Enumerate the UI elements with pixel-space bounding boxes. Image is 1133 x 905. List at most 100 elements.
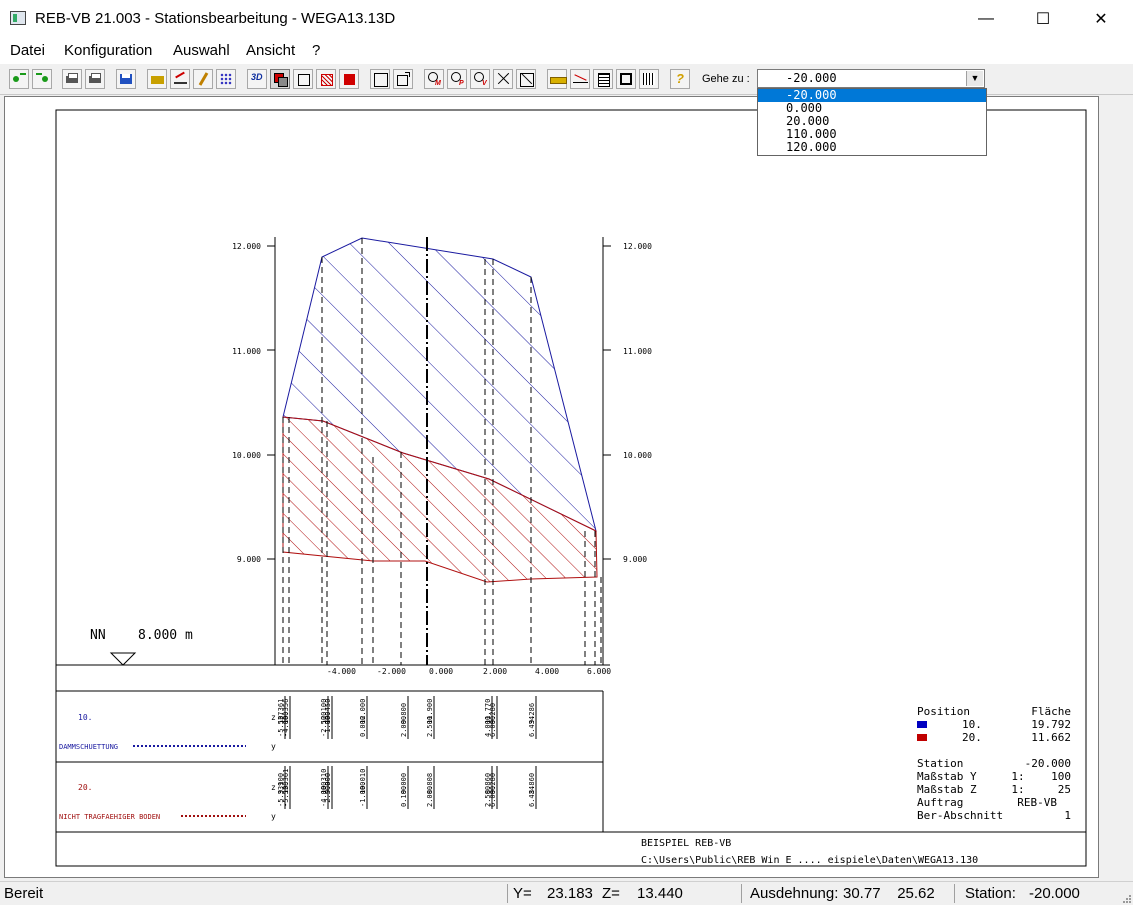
app-icon[interactable] [10, 11, 26, 25]
line-angle-icon[interactable] [570, 69, 590, 89]
layer-y-value: -2.500 [324, 782, 332, 807]
y-tick-right-9: 9.000 [623, 555, 647, 564]
zoom-v-icon[interactable]: V [470, 69, 490, 89]
menu-konfiguration[interactable]: Konfiguration [64, 42, 152, 59]
layer-y-value: 6.000 [489, 786, 497, 807]
minimize-button[interactable]: — [963, 0, 1009, 38]
layer-y-value: -4.000 [282, 712, 290, 737]
layer-y-value: -1.000 [324, 712, 332, 737]
open-folder-icon[interactable] [147, 69, 167, 89]
nn-label: NN [90, 628, 106, 643]
status-y-value: 23.183 [547, 885, 593, 902]
cross-icon[interactable] [516, 69, 536, 89]
save-icon[interactable] [116, 69, 136, 89]
info-area-20: 11.662 [1031, 731, 1071, 744]
fill-red-icon[interactable] [339, 69, 359, 89]
y-tick-right-11: 11.000 [623, 347, 652, 356]
x-tick-4: 4.000 [535, 667, 559, 676]
box-arrow-icon[interactable] [393, 69, 413, 89]
layer-y-value: -5.538 [282, 782, 290, 807]
layer-20-values: 9.10010.361 10.3109.000 10.010 9.000 8.808 8.… [277, 766, 537, 809]
row10-y-label: y [271, 742, 276, 751]
row10-z-label: z [271, 713, 276, 722]
list-icon[interactable] [593, 69, 613, 89]
help-icon[interactable]: ? [670, 69, 690, 89]
close-button[interactable]: ✕ [1078, 0, 1124, 38]
table-icon[interactable] [639, 69, 659, 89]
frame-icon[interactable] [616, 69, 636, 89]
info-block: Position Fläche 10. 19.792 20. 11.662 St… [917, 705, 1071, 822]
x-tick-2: 2.000 [483, 667, 507, 676]
info-pos-10: 10. [962, 718, 982, 731]
goto-label: Gehe zu : [702, 73, 750, 85]
row20-y-label: y [271, 812, 276, 821]
goto-select[interactable]: -20.000 ▼ [757, 69, 985, 88]
cross-section-drawing: 12.000 11.000 10.000 9.000 12.000 11.000… [55, 109, 1087, 867]
info-scale-z-label: Maßstab Z [917, 783, 977, 796]
info-scale-z-value: 1: 25 [1011, 783, 1071, 796]
right-tick-labels: 12.000 11.000 10.000 9.000 [623, 242, 652, 564]
vertical-scrollbar-area[interactable] [1099, 96, 1133, 878]
status-bar: Bereit Y= 23.183 Z= 13.440 Ausdehnung: 3… [0, 881, 1133, 905]
info-station-value: -20.000 [1025, 757, 1071, 770]
info-pos-20: 20. [962, 731, 982, 744]
layer-y-value: 2.500 [426, 716, 434, 737]
layer-y-value: 6.434 [528, 786, 536, 807]
fit-all-icon[interactable] [493, 69, 513, 89]
row20-z-label: z [271, 783, 276, 792]
menu-ansicht[interactable]: Ansicht [246, 42, 295, 59]
x-tick-labels: -4.000 -2.000 0.000 2.000 4.000 6.000 [327, 667, 611, 676]
resize-grip-icon[interactable] [1121, 893, 1131, 903]
chevron-down-icon[interactable]: ▼ [966, 71, 983, 86]
drawing-canvas[interactable]: 12.000 11.000 10.000 9.000 12.000 11.000… [4, 96, 1099, 878]
menu-help[interactable]: ? [312, 42, 320, 59]
left-tick-labels: 12.000 11.000 10.000 9.000 [232, 242, 261, 564]
info-order-value: REB-VB [1017, 796, 1057, 809]
y-tick-right-12: 12.000 [623, 242, 652, 251]
layer-10-values: 10.36110.356 12.10010.450 12.000 9.800 11.90… [277, 696, 537, 739]
y-tick-left-10: 10.000 [232, 451, 261, 460]
hatch-icon[interactable] [316, 69, 336, 89]
status-station-label: Station: [965, 885, 1016, 902]
layer-y-value: 6.000 [489, 716, 497, 737]
zoom-m-icon[interactable]: M [424, 69, 444, 89]
goto-dropdown-list: -20.000 0.000 20.000 110.000 120.000 [757, 88, 987, 156]
graph-edit-icon[interactable] [170, 69, 190, 89]
layer-y-value: 0.000 [359, 716, 367, 737]
y-tick-left-9: 9.000 [237, 555, 261, 564]
layer-y-value: 0.100 [400, 786, 408, 807]
print-preview-icon[interactable] [85, 69, 105, 89]
goto-option[interactable]: 120.000 [758, 141, 986, 154]
info-pos-header: Position [917, 705, 970, 718]
zoom-p-icon[interactable]: P [447, 69, 467, 89]
y-tick-right-10: 10.000 [623, 451, 652, 460]
layer-y-value: -1.000 [359, 782, 367, 807]
info-area-10: 19.792 [1031, 718, 1071, 731]
status-z-value: 13.440 [637, 885, 683, 902]
maximize-button[interactable]: ☐ [1020, 0, 1066, 38]
arrow-right-green-icon[interactable] [32, 69, 52, 89]
info-section-label: Ber-Abschnitt [917, 809, 1003, 822]
box-icon[interactable] [370, 69, 390, 89]
arrow-left-green-icon[interactable] [9, 69, 29, 89]
layers-icon[interactable] [270, 69, 290, 89]
pencil-icon[interactable] [193, 69, 213, 89]
print-icon[interactable] [62, 69, 82, 89]
ruler-icon[interactable] [547, 69, 567, 89]
status-extent-value: 30.77 25.62 [843, 885, 935, 902]
rectangle-icon[interactable] [293, 69, 313, 89]
x-tick-neg2: -2.000 [377, 667, 406, 676]
info-station-label: Station [917, 757, 963, 770]
status-station-value: -20.000 [1029, 885, 1080, 902]
3d-icon[interactable]: 3D [247, 69, 267, 89]
menu-auswahl[interactable]: Auswahl [173, 42, 230, 59]
footer-title: BEISPIEL REB-VB [641, 838, 731, 849]
layer-20-id: 20. [78, 783, 92, 792]
menu-datei[interactable]: Datei [10, 42, 45, 59]
layer-10-id: 10. [78, 713, 92, 722]
layer-20-name: NICHT TRAGFAEHIGER BODEN [59, 813, 160, 821]
status-y-label: Y= [513, 885, 532, 902]
grid-dots-icon[interactable] [216, 69, 236, 89]
info-area-header: Fläche [1031, 705, 1071, 718]
status-z-label: Z= [602, 885, 620, 902]
